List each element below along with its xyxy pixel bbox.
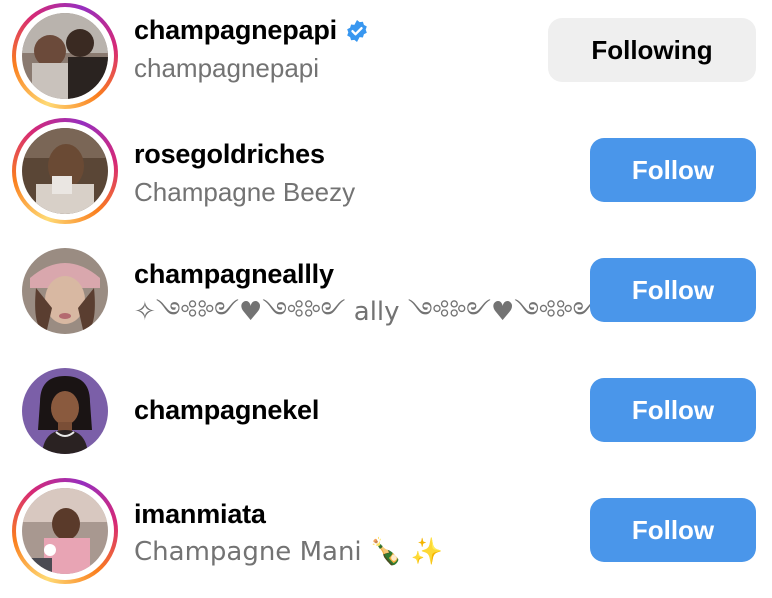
profile-photo	[22, 128, 108, 214]
account-names: champagnekel	[134, 393, 319, 427]
follow-button[interactable]: Follow	[590, 138, 756, 202]
profile-photo	[22, 368, 108, 454]
username[interactable]: imanmiata	[134, 497, 443, 531]
profile-photo	[22, 13, 108, 99]
follow-button[interactable]: Follow	[590, 378, 756, 442]
avatar[interactable]	[12, 118, 118, 224]
username[interactable]: rosegoldriches	[134, 137, 355, 171]
account-row: champagnepapi champagnepapi Following	[0, 0, 772, 117]
profile-photo	[22, 248, 108, 334]
account-names: champagnepapi champagnepapi	[134, 13, 369, 85]
avatar[interactable]	[12, 478, 118, 584]
avatar[interactable]	[12, 238, 118, 344]
account-row: imanmiata Champagne Mani 🍾 ✨ Follow	[0, 477, 772, 597]
follow-button[interactable]: Follow	[590, 498, 756, 562]
avatar[interactable]	[12, 358, 118, 464]
full-name: ✧༺༻♥༺༻ ally ༺༻♥༺༻✧	[134, 297, 620, 327]
full-name: Champagne Beezy	[134, 177, 356, 207]
following-button[interactable]: Following	[548, 18, 756, 82]
profile-photo	[22, 488, 108, 574]
avatar[interactable]	[12, 3, 118, 109]
follow-button[interactable]: Follow	[590, 258, 756, 322]
account-names: rosegoldriches Champagne Beezy	[134, 137, 355, 209]
account-names: champagneallly ✧༺༻♥༺༻ ally ༺༻♥༺༻✧	[134, 257, 619, 329]
account-names: imanmiata Champagne Mani 🍾 ✨	[134, 497, 443, 569]
username[interactable]: champagnepapi	[134, 15, 337, 45]
full-name: Champagne Mani 🍾 ✨	[134, 537, 443, 567]
verified-badge-icon	[345, 17, 369, 42]
account-row: rosegoldriches Champagne Beezy Follow	[0, 117, 772, 237]
full-name: champagnepapi	[134, 53, 320, 83]
username[interactable]: champagneallly	[134, 257, 619, 291]
username[interactable]: champagnekel	[134, 393, 319, 427]
account-row: champagneallly ✧༺༻♥༺༻ ally ༺༻♥༺༻✧ Follow	[0, 237, 772, 357]
account-row: champagnekel Follow	[0, 357, 772, 477]
